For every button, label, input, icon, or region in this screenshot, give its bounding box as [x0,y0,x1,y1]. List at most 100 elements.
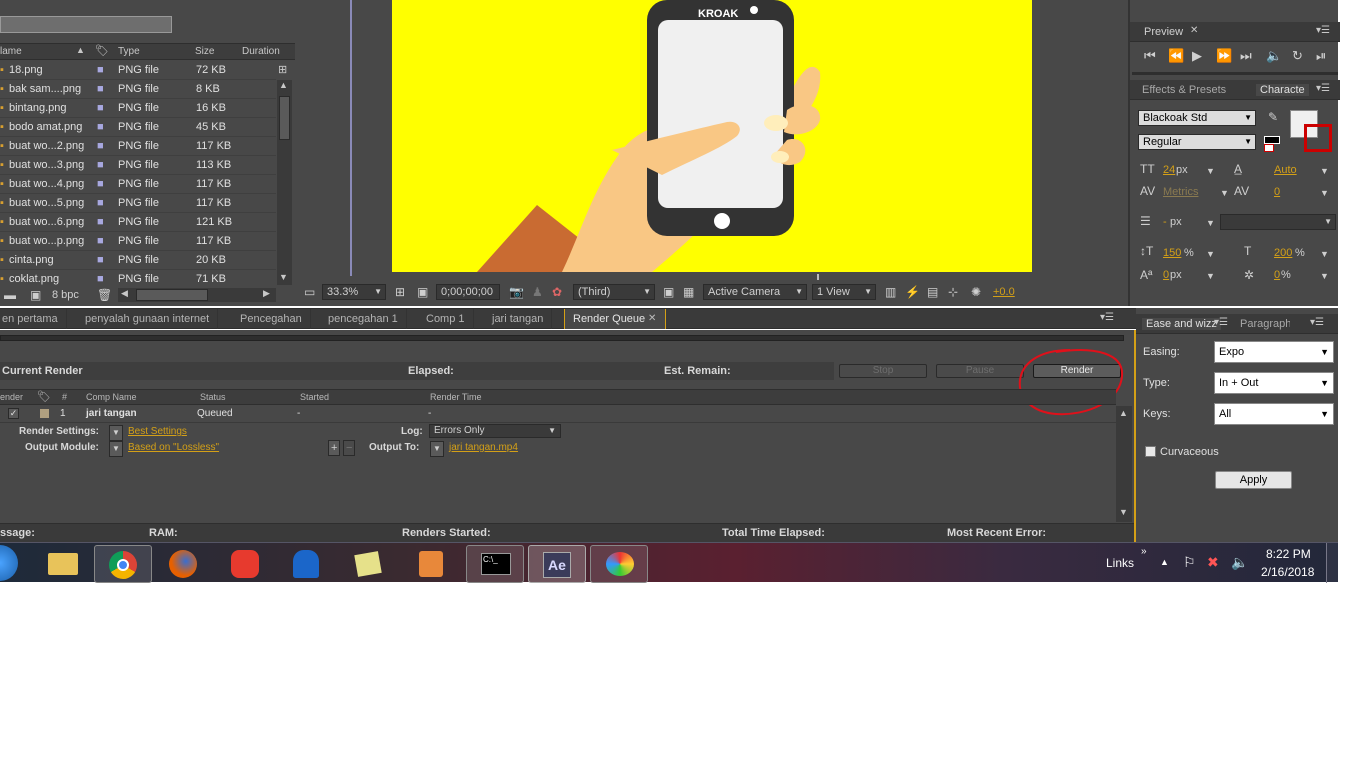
panel-menu-icon[interactable]: ▾☰ [1310,317,1324,328]
dropdown-arrow-icon[interactable]: ▼ [109,425,123,441]
list-item[interactable]: ▪ buat wo...6.png ■ PNG file 121 KB [0,213,276,232]
no-color-swatch[interactable] [1264,144,1274,152]
start-button[interactable] [0,545,18,581]
kerning-value[interactable]: Metrics [1163,186,1198,198]
column-started[interactable]: Started [300,392,329,402]
tracking-value[interactable]: 0 [1274,186,1280,198]
folder-icon[interactable]: ▬ [4,288,16,302]
render-settings-value[interactable]: Best Settings [128,426,187,437]
column-size[interactable]: Size [195,46,214,57]
cmd-taskbar-icon[interactable]: C:\_ [466,545,524,583]
audio-icon[interactable]: 🔈 [1266,48,1282,64]
list-item[interactable]: ▪ buat wo...4.png ■ PNG file 117 KB [0,175,276,194]
transparency-grid-icon[interactable]: ▦ [683,285,694,299]
dropdown-arrow-icon[interactable]: ▼ [1206,216,1215,230]
color-channel-icon[interactable]: ✿ [552,285,562,299]
vertical-scale-value[interactable]: 150 [1163,247,1181,259]
easing-select[interactable]: Expo ▼ [1214,341,1334,363]
stroke-style-dropdown[interactable]: ▼ [1220,214,1336,230]
font-family-dropdown[interactable]: Blackoak Std ▼ [1138,110,1256,126]
firefox-taskbar-icon[interactable] [154,545,212,583]
font-size-value[interactable]: 24 [1163,164,1175,176]
apply-button[interactable]: Apply [1215,471,1292,489]
tab-paragraph[interactable]: Paragraph [1240,318,1290,330]
scroll-down-icon[interactable]: ▼ [279,272,288,282]
font-style-dropdown[interactable]: Regular ▼ [1138,134,1256,150]
dropdown-arrow-icon[interactable]: ▼ [430,441,444,457]
tab-comp-1[interactable]: Comp 1 [418,309,474,329]
list-item[interactable]: ▪ bodo amat.png ■ PNG file 45 KB [0,118,276,137]
render-checkbox[interactable]: ✓ [8,408,19,419]
show-desktop-button[interactable] [1326,543,1338,583]
flowchart-view-icon[interactable]: ⊹ [948,285,958,299]
dropdown-arrow-icon[interactable]: ▼ [1320,269,1329,283]
always-preview-icon[interactable]: ▭ [304,285,315,299]
network-icon[interactable]: ⚐ [1183,554,1196,571]
snapshot-icon[interactable]: 📷 [509,285,524,299]
composition-canvas[interactable]: KROAK [392,0,1032,272]
output-to-value[interactable]: jari tangan.mp4 [449,442,518,453]
column-status[interactable]: Status [200,392,226,402]
exposure-value[interactable]: +0.0 [993,286,1015,298]
zoom-dropdown[interactable]: 33.3% ▼ [322,284,386,300]
project-search-input[interactable] [0,16,172,33]
tab-penyalah-gunaan-internet[interactable]: penyalah gunaan internet [77,309,219,329]
remove-output-icon[interactable]: − [343,440,356,456]
leading-value[interactable]: Auto [1274,164,1297,176]
label-tag-icon[interactable]: 🏷 [95,44,109,57]
safe-margins-icon[interactable]: ▣ [417,285,428,299]
panel-menu-icon[interactable]: ▾☰ [1214,317,1228,328]
sticky-notes-taskbar-icon[interactable] [340,545,398,583]
dropdown-arrow-icon[interactable]: ▼ [1206,247,1215,261]
pixel-aspect-icon[interactable]: ▥ [885,285,896,299]
fit-icon[interactable]: ⊞ [395,285,405,299]
kakaotalk-taskbar-icon[interactable] [216,545,274,583]
tab-pencegahan-1[interactable]: pencegahan 1 [320,309,407,329]
label-color-swatch[interactable] [40,409,49,418]
dropdown-arrow-icon[interactable]: ▼ [1320,247,1329,261]
pause-button[interactable]: Pause [936,364,1024,378]
view-layout-dropdown[interactable]: 1 View ▼ [812,284,876,300]
bpc-label[interactable]: 8 bpc [52,289,79,301]
clock-time[interactable]: 8:22 PM [1266,547,1311,561]
column-render-time[interactable]: Render Time [430,392,482,402]
dropdown-arrow-icon[interactable]: ▼ [1220,186,1229,200]
black-swatch[interactable] [1264,136,1280,144]
dropdown-arrow-icon[interactable]: ▼ [1206,164,1215,178]
panel-menu-icon[interactable]: ▾☰ [1316,83,1330,94]
camera-dropdown[interactable]: Active Camera ▼ [703,284,807,300]
panel-menu-icon[interactable]: ▾☰ [1316,25,1330,36]
list-item[interactable]: ▪ bak sam....png ■ PNG file 8 KB [0,80,276,99]
region-of-interest-icon[interactable]: ▣ [663,285,674,299]
list-item[interactable]: ▪ buat wo...p.png ■ PNG file 117 KB [0,232,276,251]
stroke-color-swatch[interactable] [1304,124,1332,152]
log-dropdown[interactable]: Errors Only ▼ [429,424,561,438]
chrome-taskbar-icon[interactable] [94,545,152,583]
loop-icon[interactable]: ↻ [1292,48,1303,64]
stop-button[interactable]: Stop [839,364,927,378]
next-frame-icon[interactable]: ⏩ [1216,48,1232,64]
prev-frame-icon[interactable]: ⏪ [1168,48,1184,64]
list-item[interactable]: ▪ 18.png ■ PNG file 72 KB [0,61,276,80]
after-effects-taskbar-icon[interactable]: Ae [528,545,586,583]
curvaceous-checkbox[interactable] [1145,446,1156,457]
label-tag-icon[interactable]: 🏷 [37,390,51,403]
column-type[interactable]: Type [118,46,140,57]
tab-en-pertama[interactable]: en pertama [0,309,67,329]
tab-jari-tangan[interactable]: jari tangan [484,309,553,329]
list-item[interactable]: ▪ buat wo...5.png ■ PNG file 117 KB [0,194,276,213]
dropdown-arrow-icon[interactable]: ▼ [1320,186,1329,200]
baseline-value[interactable]: 0 [1163,269,1169,281]
tsume-value[interactable]: 0 [1274,269,1280,281]
media-player-taskbar-icon[interactable] [402,545,460,583]
ram-preview-icon[interactable]: ⏯ [1316,48,1326,64]
horizontal-scale-value[interactable]: 200 [1274,247,1292,259]
explorer-taskbar-icon[interactable] [34,545,92,583]
clock-date[interactable]: 2/16/2018 [1261,565,1314,579]
eyedropper-icon[interactable]: ✎ [1268,110,1278,124]
column-comp-name[interactable]: Comp Name [86,392,137,402]
panel-menu-icon[interactable]: ▾☰ [1100,312,1114,323]
type-select[interactable]: In + Out ▼ [1214,372,1334,394]
list-item[interactable]: ▪ cinta.png ■ PNG file 20 KB [0,251,276,270]
dropdown-arrow-icon[interactable]: ▼ [1206,269,1215,283]
